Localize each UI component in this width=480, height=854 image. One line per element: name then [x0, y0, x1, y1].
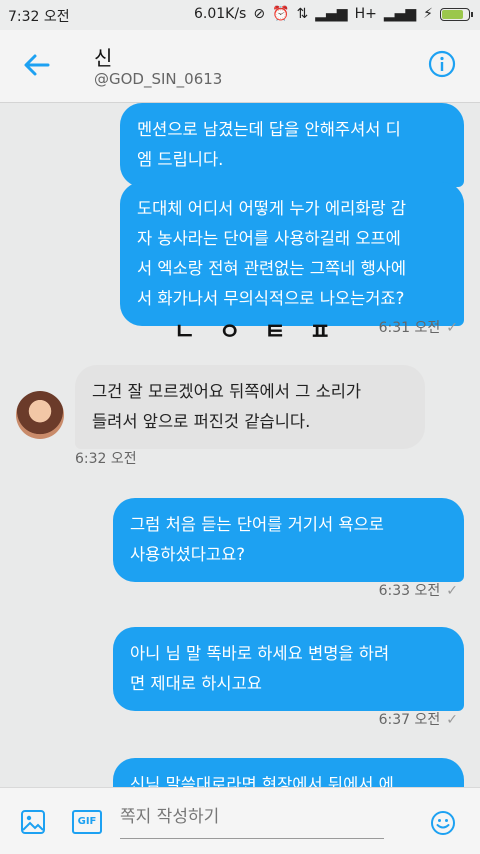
sent-check-icon: ✓ — [446, 712, 458, 728]
mute-icon: ⊘ — [253, 6, 266, 22]
data-arrows-icon: ⇅ — [296, 6, 309, 22]
message-list[interactable]: 멘션으로 남겼는데 답을 안해주셔서 디 엠 드립니다. 도대체 어디서 어떻게… — [0, 103, 480, 787]
message-time-2: 6:31 오전 ✓ — [379, 317, 458, 337]
network-type: H+ — [354, 6, 377, 22]
time-text: 6:33 오전 — [378, 583, 441, 599]
message-time-3: 6:32 오전 — [75, 451, 137, 467]
network-speed: 6.01K/s — [193, 6, 247, 22]
info-icon[interactable] — [428, 50, 456, 78]
message-bubble-3[interactable]: 그건 잘 모르겠어요 뒤쪽에서 그 소리가 들려서 앞으로 퍼진것 같습니다. — [75, 365, 425, 449]
back-arrow-icon[interactable] — [22, 50, 52, 80]
charging-icon: ⚡ — [423, 6, 433, 22]
contact-avatar[interactable] — [16, 391, 64, 439]
status-bar: 7:32 오전 6.01K/s ⊘ ⏰ ⇅ ▂▄▆ H+ ▂▄▆ ⚡ — [0, 0, 480, 30]
contact-name: 신 — [94, 46, 113, 70]
message-bubble-4[interactable]: 그럼 처음 듣는 단어를 거기서 욕으로 사용하셨다고요? — [113, 498, 464, 582]
message-bubble-1[interactable]: 멘션으로 남겼는데 답을 안해주셔서 디 엠 드립니다. — [120, 103, 464, 187]
emoji-icon[interactable] — [430, 810, 456, 836]
status-icons: 6.01K/s ⊘ ⏰ ⇅ ▂▄▆ H+ ▂▄▆ ⚡ — [193, 6, 473, 22]
gif-button[interactable]: GIF — [72, 810, 102, 834]
battery-fill — [442, 9, 464, 19]
sent-check-icon: ✓ — [446, 583, 458, 599]
message-bubble-6[interactable]: 신님 말씀대로라면 현장에서 뒤에서 에 — [113, 758, 464, 787]
message-time-4: 6:33 오전 ✓ — [379, 580, 458, 600]
battery-icon — [440, 7, 473, 21]
time-text: 6:31 오전 — [378, 320, 441, 336]
overlay-caption: ㄴ ㅇ ㅌ ㅍ — [174, 319, 339, 345]
message-bubble-5[interactable]: 아니 님 말 똑바로 하세요 변명을 하려 면 제대로 하시고요 — [113, 627, 464, 711]
message-composer: GIF 쪽지 작성하기 — [0, 787, 480, 854]
time-text: 6:37 오전 — [378, 712, 441, 728]
message-bubble-2[interactable]: 도대체 어디서 어떻게 누가 에리화랑 감 자 농사라는 단어를 사용하길래 오… — [120, 182, 464, 326]
signal-icon-2: ▂▄▆ — [383, 6, 417, 22]
contact-handle: @GOD_SIN_0613 — [94, 70, 223, 88]
sent-check-icon: ✓ — [446, 320, 458, 336]
status-time: 7:32 오전 — [8, 9, 70, 25]
conversation-header: 신 @GOD_SIN_0613 — [0, 30, 480, 103]
image-icon[interactable] — [20, 809, 46, 835]
message-time-5: 6:37 오전 ✓ — [379, 709, 458, 729]
alarm-icon: ⏰ — [272, 6, 290, 22]
message-input[interactable]: 쪽지 작성하기 — [120, 802, 384, 839]
signal-icon: ▂▄▆ — [315, 6, 348, 22]
